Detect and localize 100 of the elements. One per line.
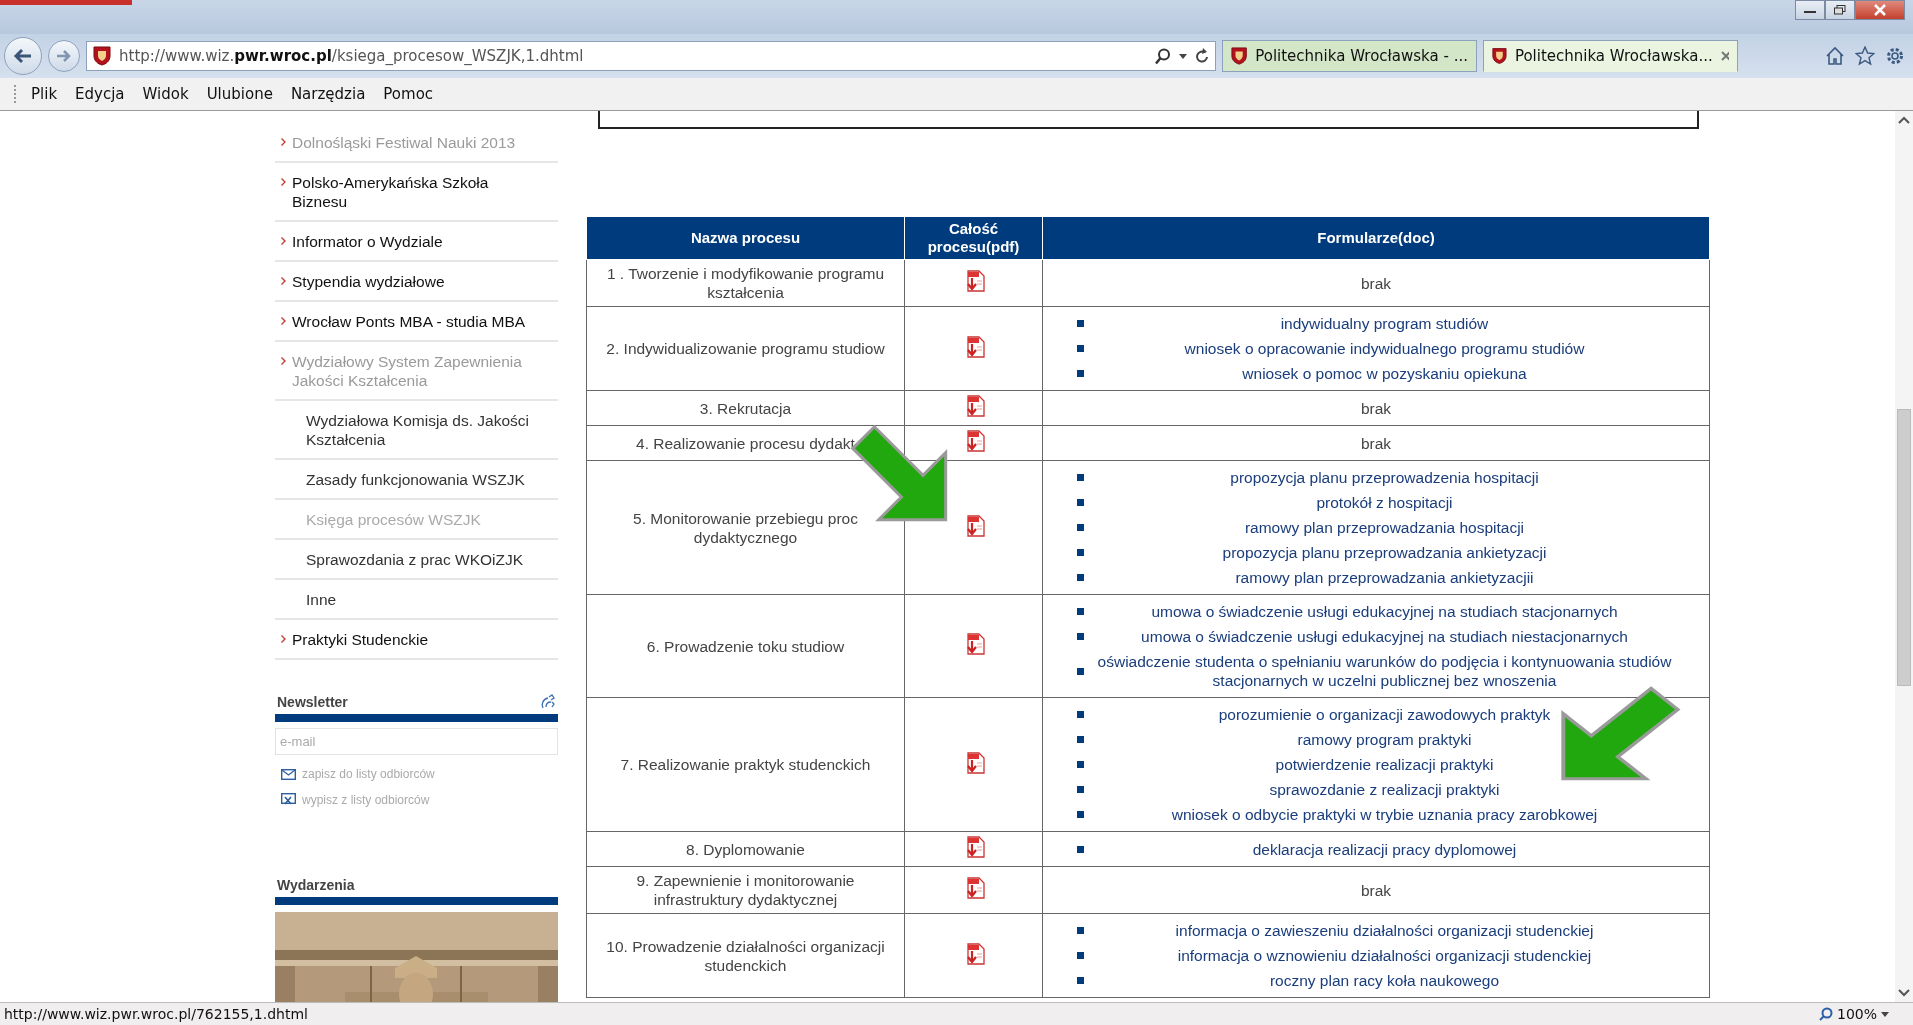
bullet-icon (1077, 711, 1084, 718)
shield-icon (1492, 46, 1507, 66)
form-link[interactable]: propozycja planu przeprowadzania ankietyzacji (1084, 543, 1705, 562)
bullet-icon (1077, 524, 1084, 531)
menu-item[interactable]: Ulubione (194, 85, 279, 103)
rss-icon (540, 694, 556, 710)
process-name: 9. Zapewnienie i monitorowanie infrastruktury dydaktycznej (586, 866, 905, 914)
form-link[interactable]: sprawozdanie z realizacji praktyki (1084, 780, 1705, 799)
form-link[interactable]: wniosek o odbycie praktyki w trybie uznania pracy zarobkowej (1084, 805, 1705, 824)
bullet-icon (1077, 345, 1084, 352)
form-link[interactable]: ramowy program praktyki (1084, 730, 1705, 749)
bullet-icon (1077, 474, 1084, 481)
column-header: Formularze(doc) (1042, 217, 1710, 260)
sidebar-link[interactable]: Wydziałowa Komisja ds. Jakości Kształcenia (306, 411, 538, 449)
chevron-icon (281, 178, 286, 186)
chevron-icon (281, 237, 286, 245)
chevron-icon (281, 635, 286, 643)
section-heading: Newsletter (277, 694, 348, 710)
browser-tab[interactable]: Politechnika Wrocławska... (1483, 40, 1738, 72)
form-link[interactable]: ramowy plan przeprowadzania ankietyzacjii (1084, 568, 1705, 587)
refresh-icon (1195, 48, 1209, 64)
menu-item[interactable]: Narzędzia (278, 85, 372, 103)
column-header: Całość procesu(pdf) (904, 217, 1043, 260)
browser-tab[interactable]: Politechnika Wrocławska - ... (1222, 40, 1477, 72)
star-icon[interactable] (1855, 46, 1875, 66)
status-url: http://www.wiz.pwr.wroc.pl/762155,1.dhtml (4, 1006, 308, 1022)
scrollbar-thumb[interactable] (1897, 409, 1911, 686)
shield-icon (1231, 46, 1248, 66)
menu-item[interactable]: Plik (19, 85, 64, 103)
form-link[interactable]: potwierdzenie realizacji praktyki (1084, 755, 1705, 774)
section-heading: Wydarzenia (276, 877, 356, 893)
bullet-icon (1077, 786, 1084, 793)
close-button[interactable] (1855, 0, 1905, 20)
menu-item[interactable]: Edycja (63, 85, 131, 103)
bullet-icon (1077, 811, 1084, 818)
bullet-icon (1077, 370, 1084, 377)
search-icon (1155, 47, 1171, 65)
form-link[interactable]: umowa o świadczenie usługi edukacyjnej na studiach niestacjonarnych (1084, 627, 1705, 646)
menu-item[interactable]: Pomoc (371, 85, 440, 103)
empty-note: brak (1360, 399, 1392, 417)
form-link[interactable]: wniosek o opracowanie indywidualnego programu studiów (1084, 339, 1705, 358)
minimize-button[interactable] (1795, 0, 1825, 20)
form-link[interactable]: ramowy plan przeprowadzania hospitacji (1084, 518, 1705, 537)
restore-icon (1834, 5, 1846, 15)
sidebar-link[interactable]: Wrocław Ponts MBA - studia MBA (292, 312, 526, 331)
process-name: 2. Indywidualizowanie programu studiow (586, 306, 905, 391)
sidebar-link[interactable]: Praktyki Studenckie (292, 630, 429, 649)
process-name: 6. Prowadzenie toku studiow (586, 594, 905, 698)
restore-button[interactable] (1825, 0, 1855, 20)
sidebar-link[interactable]: Inne (306, 590, 337, 609)
bullet-icon (1077, 320, 1084, 327)
bullet-icon (1077, 845, 1084, 853)
chevron-icon (281, 138, 286, 146)
back-button[interactable] (4, 37, 42, 75)
chevron-icon (281, 317, 286, 325)
empty-note: brak (1360, 274, 1392, 292)
zoom-icon (1818, 1007, 1833, 1021)
dropdown-icon (1881, 1011, 1889, 1017)
process-name: 10. Prowadzenie działalności organizacji studenckich (586, 913, 905, 998)
process-name: 8. Dyplomowanie (586, 831, 905, 867)
bullet-icon (1077, 549, 1084, 556)
form-link[interactable]: propozycja planu przeprowadzenia hospitacji (1084, 468, 1705, 487)
column-header: Nazwa procesu (586, 217, 905, 260)
bullet-icon (1077, 633, 1084, 640)
menu-item[interactable]: Widok (130, 85, 195, 103)
envelope-remove-icon (281, 793, 296, 807)
sidebar-link[interactable]: Sprawozdania z prac WKOiZJK (306, 550, 524, 569)
chevron-icon (281, 357, 286, 365)
sidebar-link[interactable]: Informator o Wydziale (292, 232, 443, 251)
form-link[interactable]: informacja o wznowieniu działalności organizacji studenckiej (1084, 946, 1705, 965)
forward-button[interactable] (48, 40, 80, 72)
shield-icon (93, 46, 111, 66)
sidebar-link[interactable]: Stypendia wydziałowe (292, 272, 445, 291)
form-link[interactable]: indywidualny program studiów (1084, 314, 1705, 333)
sidebar-link[interactable]: Zasady funkcjonowania WSZJK (306, 470, 525, 489)
process-name: 3. Rekrutacja (586, 390, 905, 426)
form-link[interactable]: informacja o zawieszeniu działalności organizacji studenckiej (1084, 921, 1705, 940)
email-field[interactable]: e-mail (275, 728, 558, 755)
bullet-icon (1077, 736, 1084, 743)
form-link[interactable]: umowa o świadczenie usługi edukacyjnej na studiach stacjonarnych (1084, 602, 1705, 621)
bullet-icon (1077, 927, 1084, 934)
form-link[interactable]: protokół z hospitacji (1084, 493, 1705, 512)
bullet-icon (1077, 574, 1084, 581)
settings-icon[interactable] (1885, 46, 1905, 66)
bullet-icon (1077, 952, 1084, 959)
sidebar-link[interactable]: Polsko-Amerykańska Szkoła Biznesu (292, 173, 530, 211)
back-arrow-icon (13, 48, 33, 64)
home-icon[interactable] (1825, 46, 1845, 66)
process-name: 7. Realizowanie praktyk studenckich (586, 697, 905, 832)
form-link[interactable]: oświadczenie studenta o spełnianiu warunków do podjęcia i kontynuowania studiów stacjonarnych w uczelni publicznej bez wnoszenia (1084, 652, 1705, 690)
process-name: 1 . Tworzenie i modyfikowanie programu kształcenia (586, 259, 905, 307)
form-link[interactable]: wniosek o pomoc w pozyskaniu opiekuna (1084, 364, 1705, 383)
forward-arrow-icon (56, 49, 72, 63)
bullet-icon (1077, 667, 1084, 675)
zoom-level[interactable]: 100% (1836, 1006, 1877, 1022)
address-bar[interactable]: http://www.wiz.pwr.wroc.pl/ksiega_procesow_WSZJK,1.dhtml (86, 41, 1216, 71)
form-link[interactable]: porozumienie o organizacji zawodowych praktyk (1084, 705, 1705, 724)
envelope-icon (281, 768, 296, 780)
form-link[interactable]: roczny plan racy koła naukowego (1084, 971, 1705, 990)
bullet-icon (1077, 761, 1084, 768)
